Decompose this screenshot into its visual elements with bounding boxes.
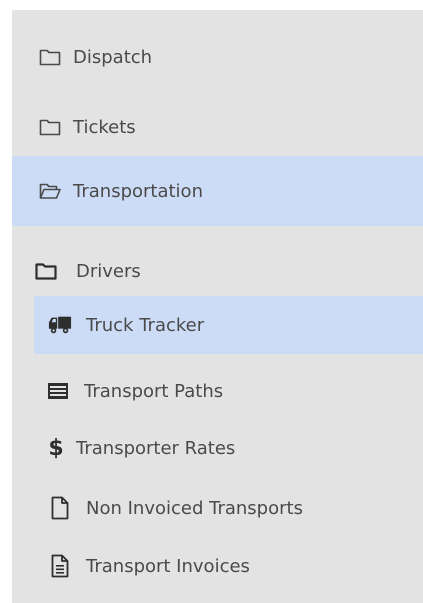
sidebar-subitem-drivers[interactable]: Drivers <box>12 242 423 300</box>
sidebar-subitem-transporter-rates[interactable]: $ Transporter Rates <box>12 419 423 477</box>
sidebar-subitem-non-invoiced-transports[interactable]: Non Invoiced Transports <box>12 479 423 537</box>
dollar-icon: $ <box>48 435 64 461</box>
sidebar-item-label: Transport Invoices <box>86 555 250 577</box>
sidebar-item-label: Drivers <box>76 260 141 282</box>
folder-open-icon <box>39 181 61 201</box>
truck-icon <box>48 313 72 337</box>
sidebar-item-label: Truck Tracker <box>86 314 205 336</box>
sidebar-item-label: Transportation <box>73 180 203 202</box>
sidebar-subitem-transport-invoices[interactable]: Transport Invoices <box>12 537 423 595</box>
sidebar-item-label: Transporter Rates <box>76 437 236 459</box>
sidebar-item-label: Transport Paths <box>84 380 224 402</box>
sidebar-nav: Dispatch Tickets Transportation Drivers <box>12 10 423 603</box>
folder-icon <box>34 259 58 283</box>
sidebar-item-dispatch[interactable]: Dispatch <box>12 22 423 92</box>
sidebar-subitem-truck-tracker[interactable]: Truck Tracker <box>34 296 423 354</box>
folder-icon <box>39 47 61 67</box>
list-icon <box>46 379 70 403</box>
file-text-icon <box>48 554 72 578</box>
sidebar-item-label: Tickets <box>73 116 136 138</box>
file-icon <box>48 496 72 520</box>
sidebar-subitem-transport-paths[interactable]: Transport Paths <box>12 362 423 420</box>
sidebar-item-tickets[interactable]: Tickets <box>12 92 423 162</box>
folder-icon <box>39 117 61 137</box>
sidebar-item-label: Non Invoiced Transports <box>86 497 303 519</box>
sidebar-item-label: Dispatch <box>73 46 153 68</box>
sidebar-item-transportation[interactable]: Transportation <box>12 156 423 226</box>
